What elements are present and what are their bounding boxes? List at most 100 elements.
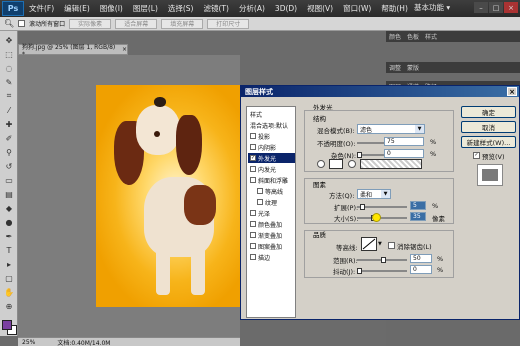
style-item-bevel-emboss[interactable]: 斜面和浮雕 xyxy=(248,175,295,185)
style-item-satin[interactable]: 光泽 xyxy=(248,208,295,218)
foreground-color-swatch[interactable] xyxy=(2,320,12,330)
inner-glow-checkbox[interactable] xyxy=(250,166,256,172)
scroll-all-windows-checkbox[interactable] xyxy=(18,20,26,27)
maximize-button[interactable]: □ xyxy=(489,2,503,13)
dialog-title-bar[interactable]: 图层样式 × xyxy=(241,86,519,97)
style-item-color-overlay[interactable]: 颜色叠加 xyxy=(248,219,295,229)
type-tool-icon[interactable]: T xyxy=(3,245,15,255)
tab-styles[interactable]: 样式 xyxy=(425,32,437,41)
drop-shadow-checkbox[interactable] xyxy=(250,133,256,139)
healing-brush-icon[interactable]: ✚ xyxy=(3,119,15,129)
opacity-input[interactable]: 75 xyxy=(384,137,424,146)
quick-select-icon[interactable]: ✎ xyxy=(3,77,15,87)
gradient-tool-icon[interactable]: ▤ xyxy=(3,189,15,199)
menu-window[interactable]: 窗口(W) xyxy=(338,3,376,14)
zoom-tool-icon[interactable]: 🔍︎ xyxy=(4,19,14,28)
range-slider[interactable] xyxy=(357,257,407,263)
color-overlay-checkbox[interactable] xyxy=(250,221,256,227)
jitter-slider[interactable] xyxy=(357,268,407,274)
workspace-switcher[interactable]: 基本功能 ▾ xyxy=(414,2,450,13)
close-tab-icon[interactable]: × xyxy=(122,46,127,53)
actual-pixels-button[interactable]: 实际像素 xyxy=(69,18,112,29)
size-slider[interactable] xyxy=(357,215,407,221)
gradient-overlay-checkbox[interactable] xyxy=(250,232,256,238)
dodge-tool-icon[interactable]: ● xyxy=(3,217,15,227)
print-size-button[interactable]: 打印尺寸 xyxy=(207,18,250,29)
pattern-overlay-checkbox[interactable] xyxy=(250,243,256,249)
style-item-inner-glow[interactable]: 内发光 xyxy=(248,164,295,174)
chevron-down-icon[interactable]: ▼ xyxy=(378,241,382,247)
bevel-emboss-checkbox[interactable] xyxy=(250,177,256,183)
blending-options-item[interactable]: 混合选项:默认 xyxy=(248,120,295,130)
style-item-gradient-overlay[interactable]: 渐变叠加 xyxy=(248,230,295,240)
satin-checkbox[interactable] xyxy=(250,210,256,216)
technique-dropdown[interactable]: 柔和 ▼ xyxy=(357,189,391,199)
document-tab[interactable]: 狗狗.jpg @ 25% (图层 1, RGB/8) * × xyxy=(18,44,128,58)
blend-mode-dropdown[interactable]: 滤色 ▼ xyxy=(357,124,425,134)
antialias-checkbox[interactable] xyxy=(388,242,395,249)
style-item-stroke[interactable]: 描边 xyxy=(248,252,295,262)
zoom-tool-sidebar-icon[interactable]: ⊕ xyxy=(3,301,15,311)
texture-checkbox[interactable] xyxy=(257,199,263,205)
tab-masks[interactable]: 蒙版 xyxy=(407,63,419,72)
brush-tool-icon[interactable]: ✐ xyxy=(3,133,15,143)
preview-checkbox[interactable]: ✓ xyxy=(473,152,480,159)
range-slider-thumb[interactable] xyxy=(381,257,386,263)
style-item-inner-shadow[interactable]: 内阴影 xyxy=(248,142,295,152)
outer-glow-checkbox[interactable]: ✓ xyxy=(250,155,256,161)
spread-slider[interactable] xyxy=(357,204,407,210)
menu-filter[interactable]: 滤镜(T) xyxy=(199,3,234,14)
gradient-radio[interactable] xyxy=(348,160,356,168)
tab-adjustments[interactable]: 调整 xyxy=(389,63,401,72)
jitter-input[interactable]: 0 xyxy=(410,265,432,274)
fill-screen-button[interactable]: 填充屏幕 xyxy=(161,18,204,29)
move-tool-icon[interactable]: ✥ xyxy=(3,35,15,45)
glow-gradient-picker[interactable] xyxy=(360,159,422,169)
spread-slider-thumb[interactable] xyxy=(360,204,365,210)
jitter-slider-thumb[interactable] xyxy=(357,268,362,274)
shape-tool-icon[interactable]: ▢ xyxy=(3,273,15,283)
pen-tool-icon[interactable]: ✒ xyxy=(3,231,15,241)
style-item-drop-shadow[interactable]: 投影 xyxy=(248,131,295,141)
dialog-close-button[interactable]: × xyxy=(507,87,517,96)
close-window-button[interactable]: × xyxy=(504,2,518,13)
contour-checkbox[interactable] xyxy=(257,188,263,194)
menu-image[interactable]: 图像(I) xyxy=(95,3,128,14)
tab-swatches[interactable]: 色板 xyxy=(407,32,419,41)
lasso-tool-icon[interactable]: ◌ xyxy=(3,63,15,73)
ok-button[interactable]: 确定 xyxy=(461,106,516,118)
style-item-texture[interactable]: 纹理 xyxy=(248,197,295,207)
document-canvas[interactable] xyxy=(96,85,241,307)
menu-view[interactable]: 视图(V) xyxy=(302,3,338,14)
style-item-contour[interactable]: 等高线 xyxy=(248,186,295,196)
solid-color-radio[interactable] xyxy=(317,160,325,168)
marquee-tool-icon[interactable]: ⬚ xyxy=(3,49,15,59)
style-item-outer-glow[interactable]: ✓ 外发光 xyxy=(248,153,295,163)
menu-analysis[interactable]: 分析(A) xyxy=(234,3,270,14)
minimize-button[interactable]: – xyxy=(474,2,488,13)
style-item-pattern-overlay[interactable]: 图案叠加 xyxy=(248,241,295,251)
menu-select[interactable]: 选择(S) xyxy=(163,3,199,14)
noise-input[interactable]: 0 xyxy=(384,149,424,158)
menu-help[interactable]: 帮助(H) xyxy=(376,3,413,14)
clone-stamp-icon[interactable]: ⚲ xyxy=(3,147,15,157)
eraser-tool-icon[interactable]: ▭ xyxy=(3,175,15,185)
cancel-button[interactable]: 取消 xyxy=(461,121,516,133)
menu-file[interactable]: 文件(F) xyxy=(24,3,59,14)
crop-tool-icon[interactable]: ⌗ xyxy=(3,91,15,101)
range-input[interactable]: 50 xyxy=(410,254,432,263)
fit-screen-button[interactable]: 适合屏幕 xyxy=(115,18,158,29)
stroke-checkbox[interactable] xyxy=(250,254,256,260)
menu-edit[interactable]: 编辑(E) xyxy=(59,3,95,14)
history-brush-icon[interactable]: ↺ xyxy=(3,161,15,171)
blur-tool-icon[interactable]: ◆ xyxy=(3,203,15,213)
spread-input[interactable]: 5 xyxy=(410,201,426,210)
styles-header[interactable]: 样式 xyxy=(248,109,295,119)
noise-slider-thumb[interactable] xyxy=(357,152,362,158)
eyedropper-icon[interactable]: ⁄ xyxy=(3,105,15,115)
size-input[interactable]: 35 xyxy=(410,212,426,221)
menu-layer[interactable]: 图层(L) xyxy=(128,3,163,14)
menu-3d[interactable]: 3D(D) xyxy=(270,4,302,13)
path-select-icon[interactable]: ▸ xyxy=(3,259,15,269)
new-style-button[interactable]: 新建样式(W)... xyxy=(461,136,516,148)
